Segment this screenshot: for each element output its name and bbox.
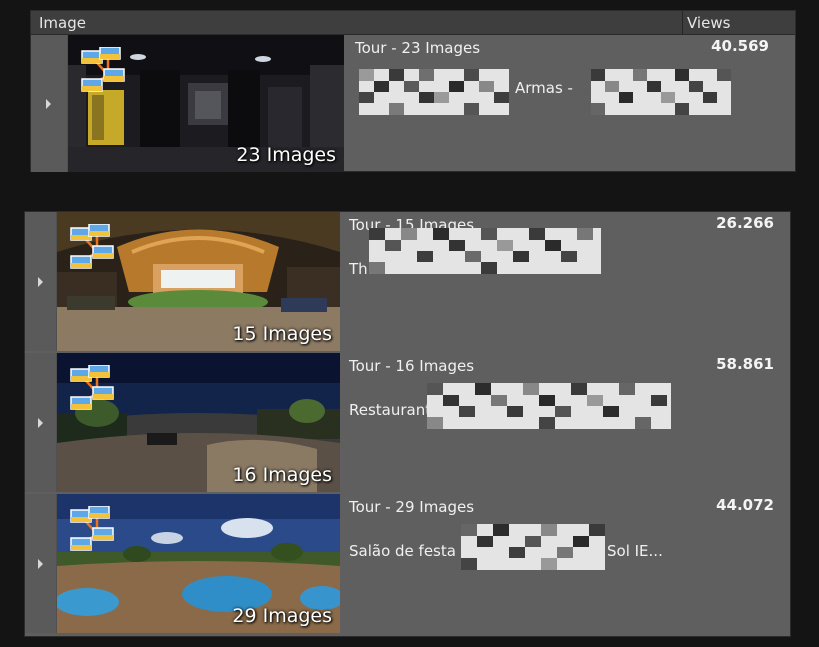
expand-row-button[interactable] xyxy=(31,35,68,172)
redacted-text-block xyxy=(427,383,671,429)
tour-row[interactable]: 15 Images Tour - 15 Images 26.266 Th Cen… xyxy=(25,212,790,351)
tour-name: Salão de festa B xyxy=(349,542,471,560)
tour-list-top: Image Views 23 Images Tour - 23 Images 4… xyxy=(30,10,796,172)
tour-thumbnail[interactable]: 15 Images xyxy=(57,212,340,351)
expand-triangle-icon xyxy=(46,98,51,109)
view-count: 44.072 xyxy=(716,496,774,514)
expand-triangle-icon xyxy=(38,276,43,287)
expand-row-button[interactable] xyxy=(25,353,57,492)
redacted-text-block xyxy=(591,69,731,115)
tour-info: Tour - 29 Images 44.072 Salão de festa B… xyxy=(349,494,789,633)
view-count: 58.861 xyxy=(716,355,774,373)
tour-list-bottom: 15 Images Tour - 15 Images 26.266 Th Cen… xyxy=(24,211,791,637)
tour-list-window: Image Views 23 Images Tour - 23 Images 4… xyxy=(0,0,819,647)
redacted-text-block xyxy=(461,524,605,570)
tour-images-icon xyxy=(70,506,114,551)
tour-name: Restaurant xyxy=(349,401,432,419)
expand-triangle-icon xyxy=(38,558,43,569)
tour-images-icon xyxy=(81,47,125,92)
tour-info: Tour - 15 Images 26.266 Th Centro de Con… xyxy=(349,212,789,351)
tour-title: Tour - 29 Images xyxy=(349,498,475,516)
tour-row[interactable]: 16 Images Tour - 16 Images 58.861 Restau… xyxy=(25,353,790,492)
column-divider[interactable] xyxy=(682,11,683,34)
view-count: 40.569 xyxy=(711,37,769,55)
tour-images-icon xyxy=(70,224,114,269)
image-column-header[interactable]: Image xyxy=(39,14,86,32)
tour-row[interactable]: 23 Images Tour - 23 Images 40.569 Armas … xyxy=(31,35,795,172)
tour-title: Tour - 16 Images xyxy=(349,357,475,375)
image-count-label: 29 Images xyxy=(232,605,332,627)
image-count-label: 16 Images xyxy=(232,464,332,486)
tour-info: Tour - 16 Images 58.861 Restaurant xyxy=(349,353,789,492)
tour-name: Armas - xyxy=(515,79,573,97)
tour-images-icon xyxy=(70,365,114,410)
image-count-label: 23 Images xyxy=(236,144,336,166)
expand-row-button[interactable] xyxy=(25,494,57,633)
redacted-text-block xyxy=(369,228,601,274)
expand-row-button[interactable] xyxy=(25,212,57,351)
tour-title: Tour - 23 Images xyxy=(355,39,481,57)
expand-triangle-icon xyxy=(38,417,43,428)
view-count: 26.266 xyxy=(716,214,774,232)
redacted-text-block xyxy=(359,69,509,115)
column-header: Image Views xyxy=(31,11,795,35)
tour-info: Tour - 23 Images 40.569 Armas - xyxy=(355,35,787,174)
views-column-header[interactable]: Views xyxy=(687,14,730,32)
tour-thumbnail[interactable]: 16 Images xyxy=(57,353,340,492)
tour-thumbnail[interactable]: 23 Images xyxy=(68,35,344,172)
tour-row[interactable]: 29 Images Tour - 29 Images 44.072 Salão … xyxy=(25,494,790,633)
image-count-label: 15 Images xyxy=(232,323,332,345)
tour-name-suffix: Sol IE... xyxy=(607,542,663,560)
tour-thumbnail[interactable]: 29 Images xyxy=(57,494,340,633)
